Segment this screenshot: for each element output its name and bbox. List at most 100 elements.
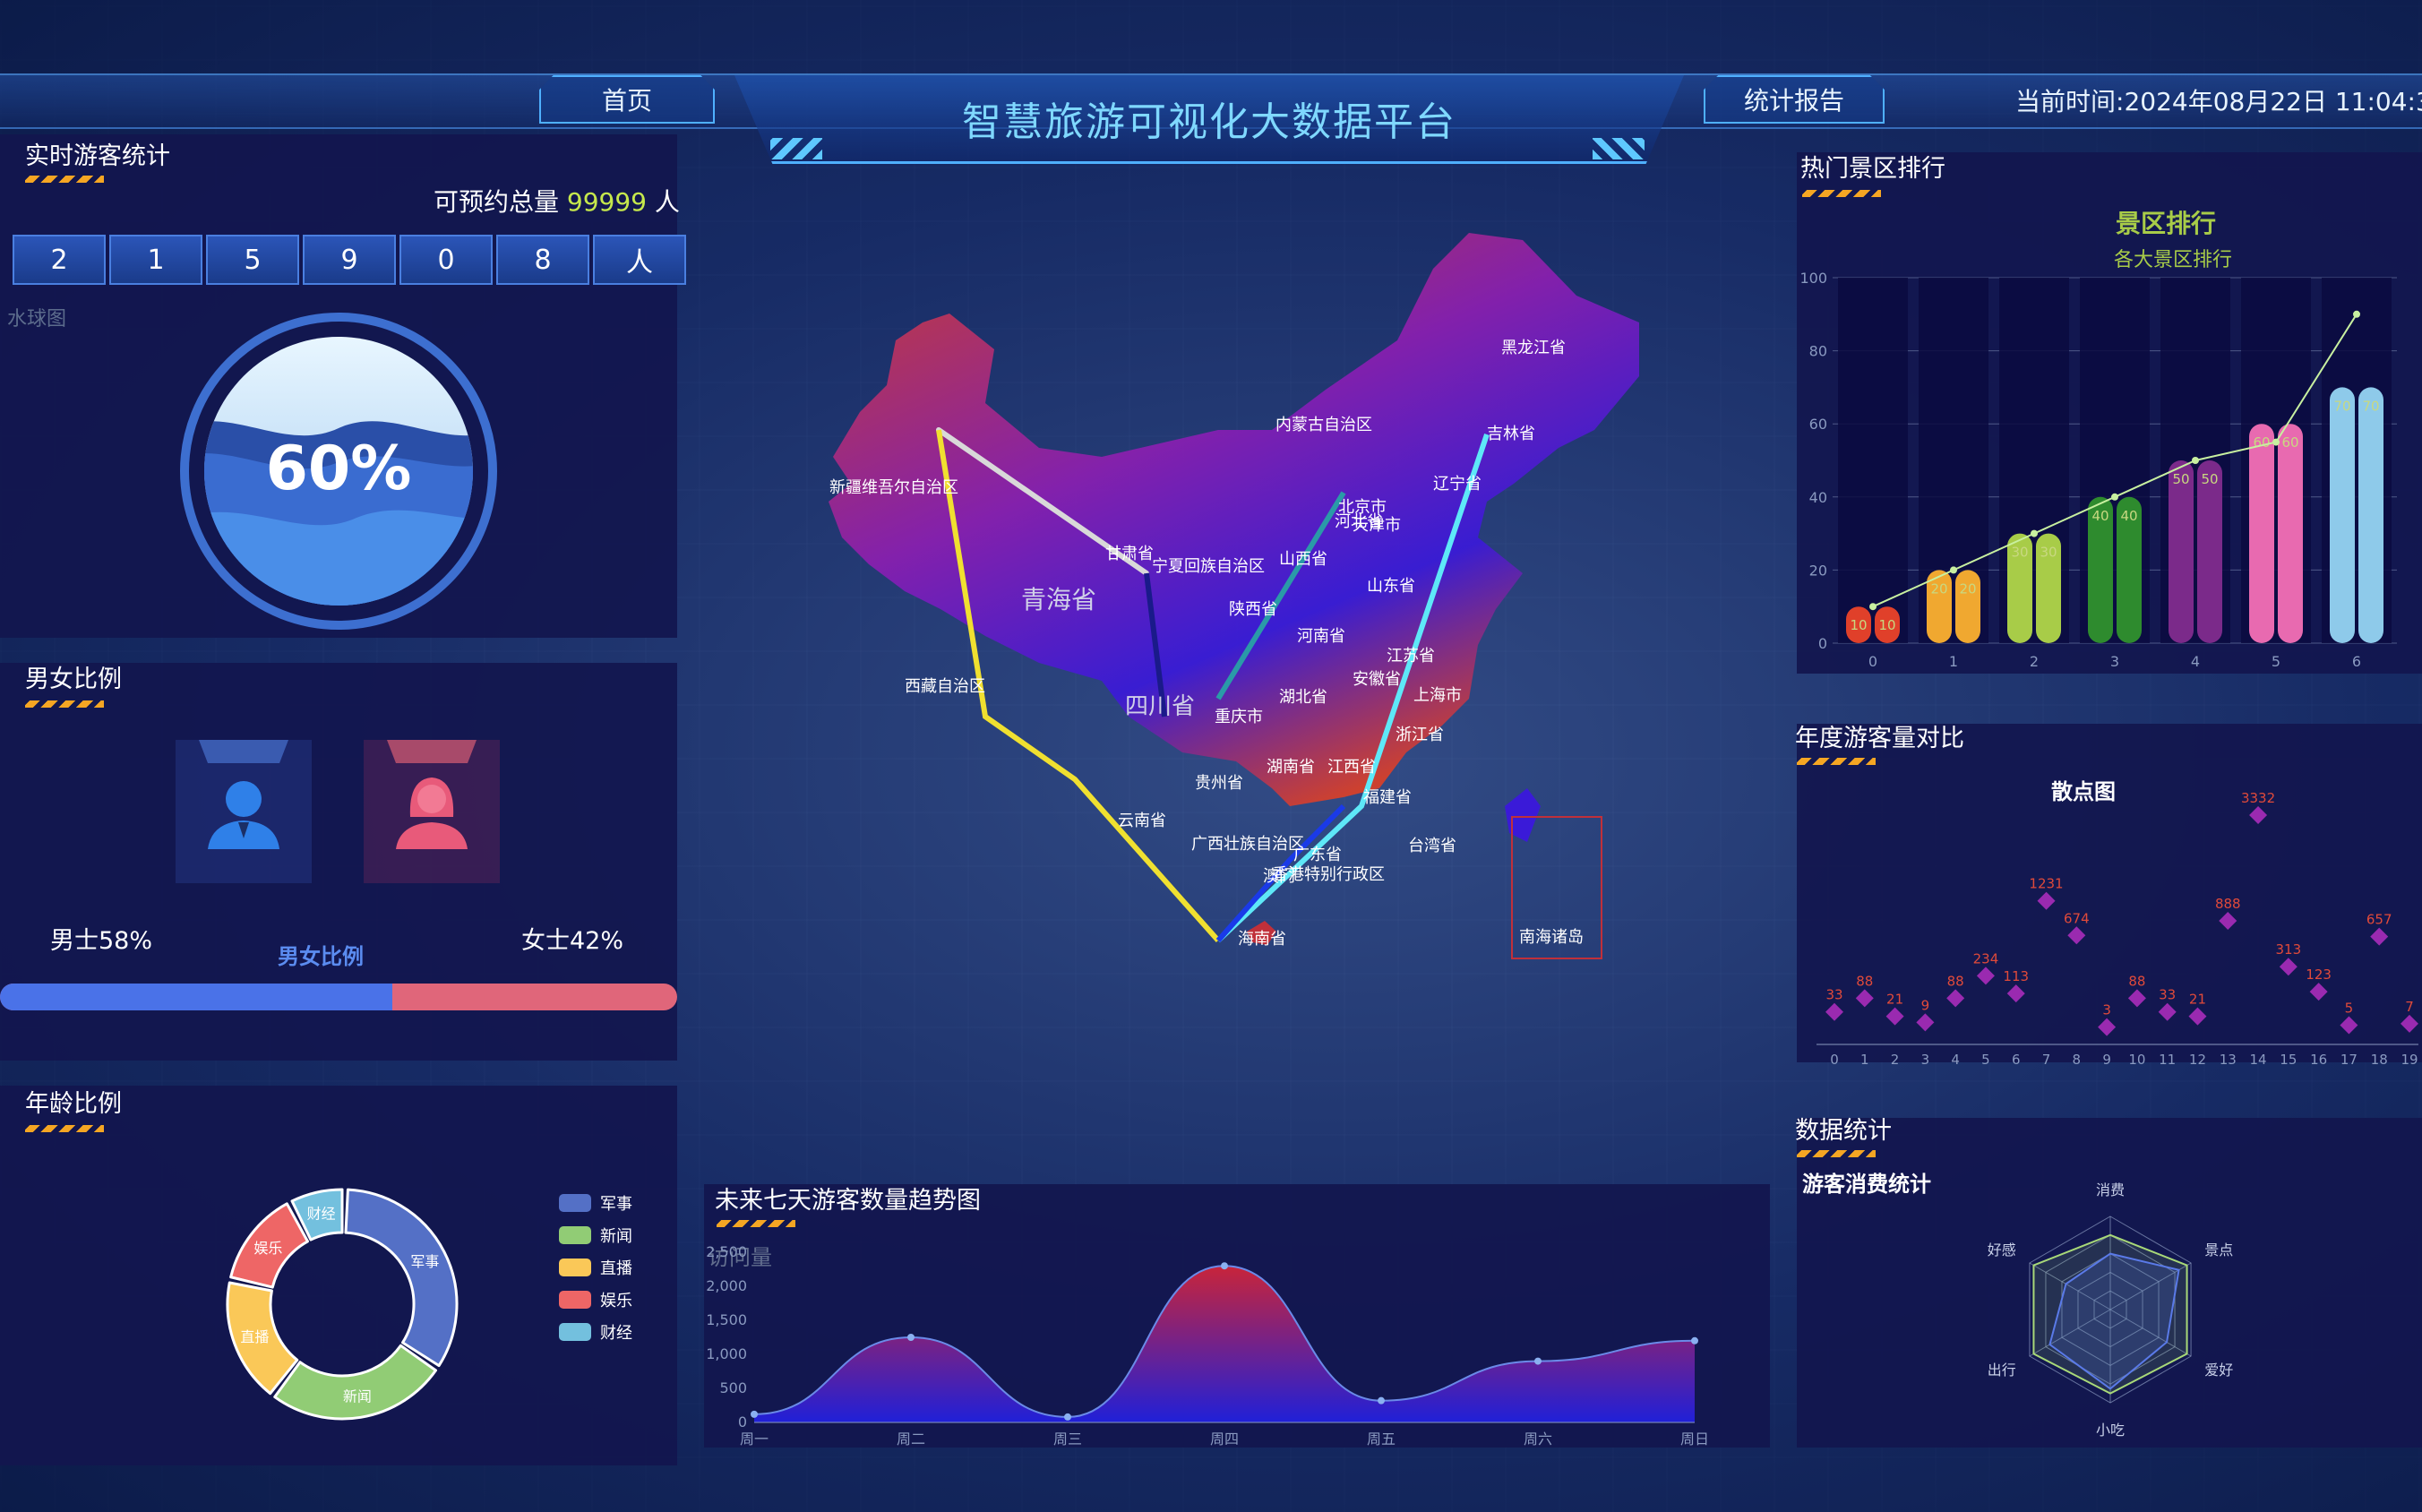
- legend-item[interactable]: 新闻: [559, 1224, 632, 1247]
- x-tick-label: 3: [2110, 653, 2119, 670]
- map-label-guizhou: 贵州省: [1195, 774, 1243, 793]
- nav-report-button[interactable]: 统计报告: [1704, 75, 1885, 124]
- y-tick-label: 80: [1809, 343, 1827, 360]
- scatter-point: [2219, 912, 2237, 931]
- bar: [2249, 424, 2274, 643]
- legend-swatch: [559, 1226, 591, 1244]
- female-percent-text: 女士42%: [521, 927, 624, 955]
- scatter-value-label: 5: [2345, 1001, 2354, 1017]
- scatter-value-label: 88: [1856, 973, 1873, 989]
- scatter-point: [1916, 1013, 1935, 1032]
- x-tick-label: 6: [2352, 653, 2361, 670]
- radar-indicator-label: 好感: [1988, 1241, 2016, 1259]
- x-tick-label: 16: [2310, 1052, 2327, 1068]
- y-tick-label: 100: [1799, 270, 1827, 287]
- x-tick-label: 周五: [1367, 1430, 1396, 1448]
- legend-item[interactable]: 直播: [559, 1256, 632, 1279]
- counter-digit: 1: [109, 235, 202, 285]
- y-tick-label: 60: [1809, 416, 1827, 433]
- map-label-hainan: 海南省: [1238, 930, 1286, 949]
- scatter-point: [2127, 989, 2146, 1008]
- radar-indicator-label: 爱好: [2204, 1362, 2233, 1379]
- x-tick-label: 8: [2073, 1052, 2082, 1068]
- y-tick-label: 0: [1818, 635, 1827, 652]
- title-stripes: [1797, 1150, 1876, 1157]
- x-tick-label: 周三: [1053, 1430, 1082, 1448]
- radar-indicator-label: 消费: [2096, 1181, 2125, 1198]
- scatter-point: [2098, 1018, 2117, 1036]
- trend-point: [1221, 1262, 1228, 1270]
- map-label-henan: 河南省: [1297, 627, 1345, 646]
- scatter-point: [1976, 966, 1995, 985]
- map-label-hunan: 湖南省: [1267, 758, 1315, 777]
- bar-value-label: 60: [2253, 434, 2270, 451]
- scatter-point: [2188, 1007, 2207, 1026]
- legend-item[interactable]: 娱乐: [559, 1288, 632, 1311]
- trend-point: [2353, 310, 2360, 318]
- bar-value-label: 50: [2172, 471, 2189, 487]
- scatter-value-label: 88: [2128, 973, 2145, 989]
- scatter-point: [2309, 983, 2328, 1001]
- scatter-point: [2037, 891, 2056, 910]
- y-tick-label: 20: [1809, 562, 1827, 579]
- scatter-value-label: 1231: [2029, 876, 2063, 892]
- scatter-value-label: 113: [2003, 968, 2029, 984]
- bar-value-label: 30: [2011, 545, 2028, 561]
- trend-area-chart: 0 500 1,000 1,500 2,000 2,500 周一 周二 周三 周四 周五 周六 周日: [706, 1243, 1709, 1448]
- water-ball-chart: 60%: [180, 313, 497, 630]
- legend-item[interactable]: 财经: [559, 1320, 632, 1344]
- trend-area: [754, 1266, 1695, 1422]
- male-user-icon: [199, 740, 288, 849]
- stats-chart-title: 游客消费统计: [1802, 1172, 1931, 1197]
- trend-point: [1064, 1413, 1071, 1421]
- map-label-guangxi: 广西壮族自治区: [1191, 835, 1304, 854]
- annual-panel-title: 年度游客量对比: [1795, 725, 1964, 752]
- x-tick-label: 4: [2191, 653, 2200, 670]
- y-tick-label: 40: [1809, 489, 1827, 506]
- map-label-fujian: 福建省: [1363, 788, 1412, 807]
- trend-point: [1691, 1336, 1698, 1344]
- map-label-xizang: 西藏自治区: [905, 677, 985, 696]
- water-ball-percent: 60%: [266, 434, 412, 504]
- map-label-jilin: 吉林省: [1487, 425, 1535, 443]
- header-deco-right: [1593, 138, 1645, 159]
- x-tick-label: 周一: [740, 1430, 769, 1448]
- x-tick-label: 14: [2250, 1052, 2267, 1068]
- donut-slice-label: 新闻: [343, 1388, 372, 1405]
- map-label-sichuan: 四川省: [1125, 693, 1196, 720]
- bar: [2330, 387, 2355, 643]
- map-label-zhejiang: 浙江省: [1396, 726, 1444, 744]
- map-label-nanhai: 南海诸岛: [1519, 928, 1584, 947]
- y-tick-label: 1,500: [706, 1311, 747, 1328]
- map-label-chongqing: 重庆市: [1215, 708, 1263, 726]
- visitor-counter: 2 1 5 9 0 8 人: [13, 235, 686, 285]
- legend-swatch: [559, 1259, 591, 1276]
- trend-point: [1378, 1396, 1385, 1405]
- bar-value-label: 20: [1930, 580, 1947, 597]
- gender-ratio-label: 男女比例: [278, 944, 364, 969]
- map-label-shanxi: 山西省: [1279, 550, 1327, 569]
- map-label-qinghai: 青海省: [1021, 585, 1097, 614]
- map-label-jiangxi: 江西省: [1327, 758, 1376, 777]
- scatter-value-label: 88: [1947, 973, 1964, 989]
- map-label-xinjiang: 新疆维吾尔自治区: [829, 478, 958, 497]
- scatter-value-label: 33: [1825, 987, 1842, 1003]
- page-title: 智慧旅游可视化大数据平台: [734, 75, 1684, 164]
- map-label-gansu: 甘肃省: [1105, 545, 1154, 563]
- x-tick-label: 15: [2280, 1052, 2297, 1068]
- gender-ratio-bar: [0, 984, 677, 1010]
- trend-point: [2111, 493, 2118, 501]
- map-label-macau: 澳门: [1263, 867, 1295, 886]
- scatter-value-label: 234: [1973, 950, 1999, 966]
- counter-unit: 人: [593, 235, 686, 285]
- scatter-value-label: 123: [2306, 966, 2332, 983]
- legend-item[interactable]: 军事: [559, 1191, 632, 1215]
- china-map: [829, 233, 1639, 959]
- nav-home-button[interactable]: 首页: [539, 75, 715, 124]
- trend-point: [2031, 529, 2038, 537]
- scatter-point: [1885, 1007, 1904, 1026]
- scatter-point: [2279, 958, 2297, 976]
- scatter-value-label: 3: [2102, 1002, 2111, 1018]
- scatter-point: [2158, 1002, 2177, 1021]
- map-label-shaanxi: 陕西省: [1229, 600, 1277, 619]
